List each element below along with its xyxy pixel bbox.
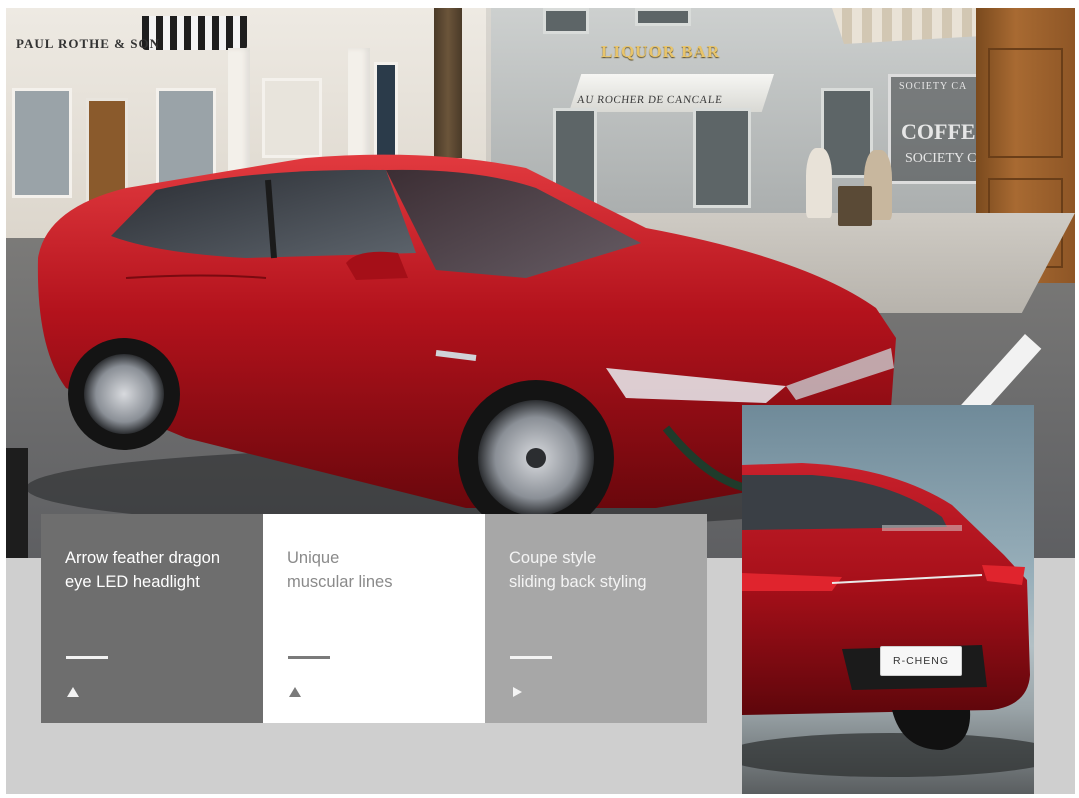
feature-tile-muscular-lines[interactable]: Unique muscular lines	[263, 514, 485, 723]
feature-divider	[510, 656, 552, 659]
bollard	[6, 448, 28, 558]
triangle-up-icon[interactable]	[288, 686, 302, 698]
feature-title: Arrow feather dragon eye LED headlight	[65, 549, 221, 591]
page-frame: PAUL ROTHE & SON LIQUOR BAR AU ROCHER DE…	[6, 8, 1075, 794]
feature-tile-coupe-styling[interactable]: Coupe style sliding back styling	[485, 514, 707, 723]
triangle-up-icon[interactable]	[66, 686, 80, 698]
feature-title: Coupe style sliding back styling	[509, 549, 647, 591]
rear-view-photo: R-CHENG	[742, 405, 1034, 794]
feature-divider	[288, 656, 330, 659]
triangle-right-icon[interactable]	[510, 686, 524, 698]
car-rear-drawing	[742, 463, 1034, 777]
feature-tile-headlight[interactable]: Arrow feather dragon eye LED headlight	[41, 514, 263, 723]
feature-title: Unique muscular lines	[287, 549, 393, 591]
feature-divider	[66, 656, 108, 659]
license-plate: R-CHENG	[880, 646, 962, 676]
